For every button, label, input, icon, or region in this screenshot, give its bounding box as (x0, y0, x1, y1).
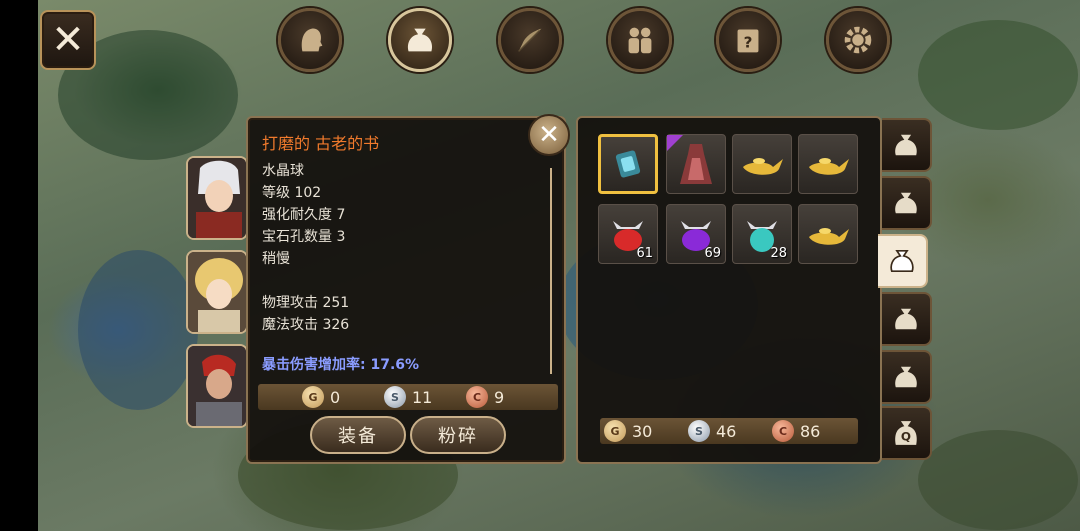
money-gold-value: 30 (632, 421, 653, 441)
bag-icon (895, 134, 917, 156)
bag-tab-quest[interactable]: Q (882, 406, 932, 460)
item-crit-bonus: 暴击伤害增加率: 17.6% (262, 357, 420, 373)
item-stats: 水晶球 等级 102 强化耐久度 7 宝石孔数量 3 稍慢 物理攻击 251 魔… (262, 160, 349, 336)
inventory-slot[interactable]: 69 (666, 204, 726, 264)
close-icon: ✕ (538, 120, 560, 150)
quest-scroll-icon: ? (737, 29, 759, 53)
tab-settings[interactable] (826, 8, 890, 72)
player-money-bar: G 30 S 46 C 86 (600, 418, 858, 444)
price-copper: C 9 (466, 386, 548, 408)
detail-scrollbar[interactable] (550, 168, 552, 374)
screen-left-edge (0, 0, 38, 531)
party-member-portrait[interactable] (186, 156, 248, 240)
copper-coin-icon: C (772, 420, 794, 442)
item-type: 水晶球 (262, 163, 304, 179)
price-copper-value: 9 (494, 387, 505, 407)
bag-tab-4[interactable] (882, 292, 932, 346)
price-gold-value: 0 (330, 387, 341, 407)
bag-tab-2[interactable] (882, 176, 932, 230)
magic-lamp-icon (743, 158, 783, 175)
inventory-slot[interactable] (732, 134, 792, 194)
bag-icon (895, 366, 917, 388)
gold-coin-icon: G (302, 386, 324, 408)
smash-button[interactable]: 粉碎 (410, 416, 506, 454)
detail-close-button[interactable]: ✕ (528, 114, 570, 156)
inventory-slot[interactable] (798, 204, 858, 264)
party-member-portrait[interactable] (186, 250, 248, 334)
tab-skills[interactable] (498, 8, 562, 72)
magic-lamp-icon (809, 228, 849, 245)
silver-coin-icon: S (688, 420, 710, 442)
tab-character[interactable] (278, 8, 342, 72)
item-quantity: 28 (770, 246, 787, 261)
equip-button[interactable]: 装备 (310, 416, 406, 454)
bag-icon (895, 308, 917, 330)
money-silver-value: 46 (716, 421, 737, 441)
head-icon (301, 28, 323, 52)
item-price-bar: G 0 S 11 C 9 (258, 384, 558, 410)
magic-lamp-icon (809, 158, 849, 175)
tab-party[interactable] (608, 8, 672, 72)
close-icon: ✕ (51, 17, 85, 63)
inventory-slot[interactable] (598, 134, 658, 194)
avatar (188, 252, 246, 332)
item-speed: 稍慢 (262, 251, 290, 267)
rarity-marker (667, 135, 683, 151)
tab-quests[interactable]: ? (716, 8, 780, 72)
inventory-slot[interactable]: 28 (732, 204, 792, 264)
silver-coin-icon: S (384, 386, 406, 408)
party-member-portrait[interactable] (186, 344, 248, 428)
stats-spacer (262, 270, 349, 292)
price-silver-value: 11 (412, 387, 433, 407)
item-physical-attack: 物理攻击 251 (262, 295, 350, 311)
price-gold: G 0 (302, 386, 384, 408)
money-copper-value: 86 (800, 421, 821, 441)
gold-coin-icon: G (604, 420, 626, 442)
inventory-slot[interactable] (666, 134, 726, 194)
inventory-slot[interactable] (798, 134, 858, 194)
copper-coin-icon: C (466, 386, 488, 408)
item-name: 打磨的 古老的书 (262, 134, 380, 153)
item-gem-slots: 宝石孔数量 3 (262, 229, 346, 245)
quest-bag-label: Q (901, 430, 911, 444)
item-level: 等级 102 (262, 185, 322, 201)
item-magic-attack: 魔法攻击 326 (262, 317, 350, 333)
close-menu-button[interactable]: ✕ (40, 10, 96, 70)
crystal-book-icon (615, 150, 641, 178)
item-durability: 强化耐久度 7 (262, 207, 346, 223)
gear-icon (844, 26, 872, 54)
bag-icon (895, 192, 917, 214)
feather-icon (518, 28, 542, 52)
item-quantity: 61 (636, 246, 653, 261)
svg-text:?: ? (744, 34, 753, 52)
bag-tab-5[interactable] (882, 350, 932, 404)
inventory-panel: 61 69 28 G 30 S 46 C 86 (576, 116, 882, 464)
money-copper: C 86 (772, 420, 856, 442)
bag-icon (407, 28, 433, 52)
inventory-slot[interactable]: 61 (598, 204, 658, 264)
item-quantity: 69 (704, 246, 721, 261)
bag-tab-1[interactable] (882, 118, 932, 172)
money-gold: G 30 (604, 420, 688, 442)
tab-inventory[interactable] (388, 8, 452, 72)
price-silver: S 11 (384, 386, 466, 408)
avatar (188, 346, 246, 426)
quest-bag-icon: Q (895, 421, 917, 445)
party-icon (628, 27, 652, 54)
money-silver: S 46 (688, 420, 772, 442)
avatar (188, 158, 246, 238)
bag-icon (890, 249, 914, 273)
item-detail-panel: 打磨的 古老的书 水晶球 等级 102 强化耐久度 7 宝石孔数量 3 稍慢 物… (246, 116, 566, 464)
bag-tab-3[interactable] (878, 234, 928, 288)
